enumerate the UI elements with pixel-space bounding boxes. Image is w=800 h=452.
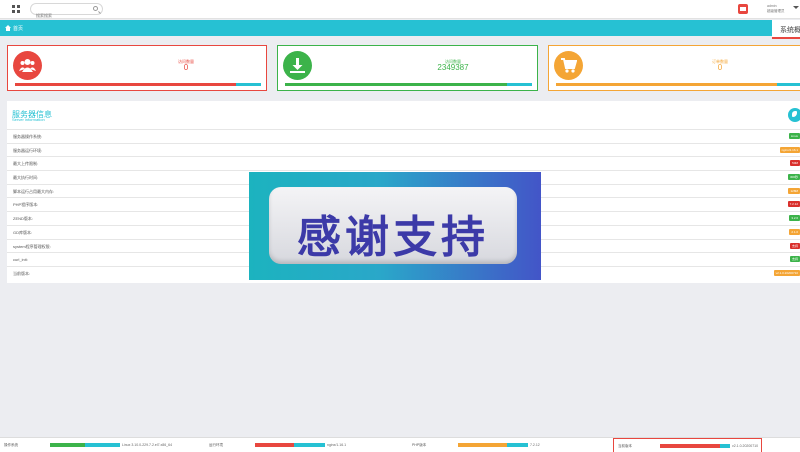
footer-progress-bar bbox=[660, 444, 730, 448]
stat-progress-bar bbox=[556, 83, 800, 86]
footer-value: 7.2.12 bbox=[530, 443, 540, 447]
footer-label: PHP版本 bbox=[412, 443, 427, 447]
list-item: 服务器运行环境: nginx/1.16.1 bbox=[7, 142, 800, 157]
stat-card-downloads: 访问数量 2349387 bbox=[277, 45, 538, 91]
status-badge: v2.1.0.20200710 bbox=[773, 269, 800, 276]
footer-progress-bar bbox=[255, 443, 325, 447]
footer-value: nginx/1.16.1 bbox=[327, 443, 347, 447]
row-label: ZEND版本: bbox=[13, 216, 33, 222]
footer-item-version: 当前版本 v2.1.0.20200710 bbox=[613, 438, 762, 452]
footer-status-bar: 操作系统 Linux 3.10.0-229.7.2.el7.x86_64 运行环… bbox=[0, 437, 800, 452]
footer-item-php: PHP版本 7.2.12 bbox=[408, 438, 611, 452]
stat-value: 2349387 bbox=[437, 63, 469, 72]
search-box[interactable] bbox=[30, 3, 103, 21]
row-label: 服务器运行环境: bbox=[13, 147, 43, 153]
menu-grid-icon[interactable] bbox=[12, 5, 20, 13]
panel-subtitle: Server information bbox=[12, 117, 45, 122]
top-navbar: admin 超级管理员 bbox=[0, 0, 800, 21]
footer-item-os: 操作系统 Linux 3.10.0-229.7.2.el7.x86_64 bbox=[0, 438, 203, 452]
row-label: curl_init: bbox=[13, 257, 28, 263]
users-icon bbox=[13, 51, 42, 80]
chevron-down-icon[interactable] bbox=[793, 6, 799, 9]
tab-system-overview[interactable]: 系统概览 bbox=[772, 20, 800, 39]
footer-label: 当前版本 bbox=[618, 444, 632, 448]
search-input[interactable] bbox=[31, 10, 89, 21]
stat-value: 0 bbox=[183, 63, 189, 72]
user-role: 超级管理员 bbox=[767, 9, 785, 13]
status-badge: 50M bbox=[790, 160, 800, 167]
stat-progress-bar bbox=[15, 83, 261, 86]
home-icon[interactable] bbox=[5, 25, 11, 31]
row-label: 当前版本: bbox=[13, 270, 31, 276]
status-badge: 支持 bbox=[789, 242, 800, 249]
shopping-cart-icon bbox=[554, 51, 583, 80]
row-label: 最大执行时间: bbox=[13, 175, 39, 181]
footer-value: Linux 3.10.0-229.7.2.el7.x86_64 bbox=[122, 443, 173, 447]
row-label: 脚本运行占用最大内存: bbox=[13, 188, 55, 194]
mail-icon[interactable] bbox=[738, 4, 748, 14]
tab-bar: 首页 bbox=[0, 20, 800, 36]
status-badge: 2.1.0 bbox=[789, 228, 800, 235]
banner-plate: 感谢支持 bbox=[269, 187, 517, 264]
footer-item-server: 运行环境 nginx/1.16.1 bbox=[205, 438, 407, 452]
status-badge: 7.2.12 bbox=[787, 201, 800, 208]
footer-label: 运行环境 bbox=[209, 443, 223, 447]
footer-label: 操作系统 bbox=[4, 443, 18, 447]
status-badge: 128M bbox=[788, 187, 800, 194]
stat-value: 0 bbox=[717, 63, 723, 72]
stat-card-orders: 订单数量 0 bbox=[548, 45, 800, 91]
list-item: 最大上传限制: 50M bbox=[7, 156, 800, 170]
user-info[interactable]: admin 超级管理员 bbox=[767, 4, 785, 14]
globe-icon bbox=[788, 108, 800, 122]
download-icon bbox=[283, 51, 312, 80]
row-label: system程序管理权限: bbox=[13, 243, 51, 249]
footer-value: v2.1.0.20200710 bbox=[732, 444, 759, 448]
status-badge: 支持 bbox=[789, 256, 800, 263]
footer-progress-bar bbox=[50, 443, 120, 447]
banner-text: 感谢支持 bbox=[297, 212, 489, 263]
stat-progress-bar bbox=[285, 83, 532, 86]
footer-progress-bar bbox=[458, 443, 528, 447]
status-badge: nginx/1.16.1 bbox=[779, 146, 800, 153]
stat-card-visits: 访问数量 0 bbox=[7, 45, 267, 91]
row-label: GD库版本: bbox=[13, 229, 33, 235]
thank-you-banner: 感谢支持 bbox=[249, 172, 541, 280]
status-badge: Linux bbox=[788, 133, 800, 139]
tab-home[interactable]: 首页 bbox=[13, 25, 23, 32]
status-badge: 300秒 bbox=[787, 174, 800, 181]
list-item: 服务器操作系统: Linux bbox=[7, 129, 800, 143]
status-badge: 3.2.0 bbox=[789, 215, 800, 222]
search-icon[interactable] bbox=[93, 6, 98, 11]
row-label: 服务器操作系统: bbox=[13, 134, 43, 139]
row-label: PHP程序版本: bbox=[13, 202, 39, 208]
row-label: 最大上传限制: bbox=[13, 161, 39, 167]
